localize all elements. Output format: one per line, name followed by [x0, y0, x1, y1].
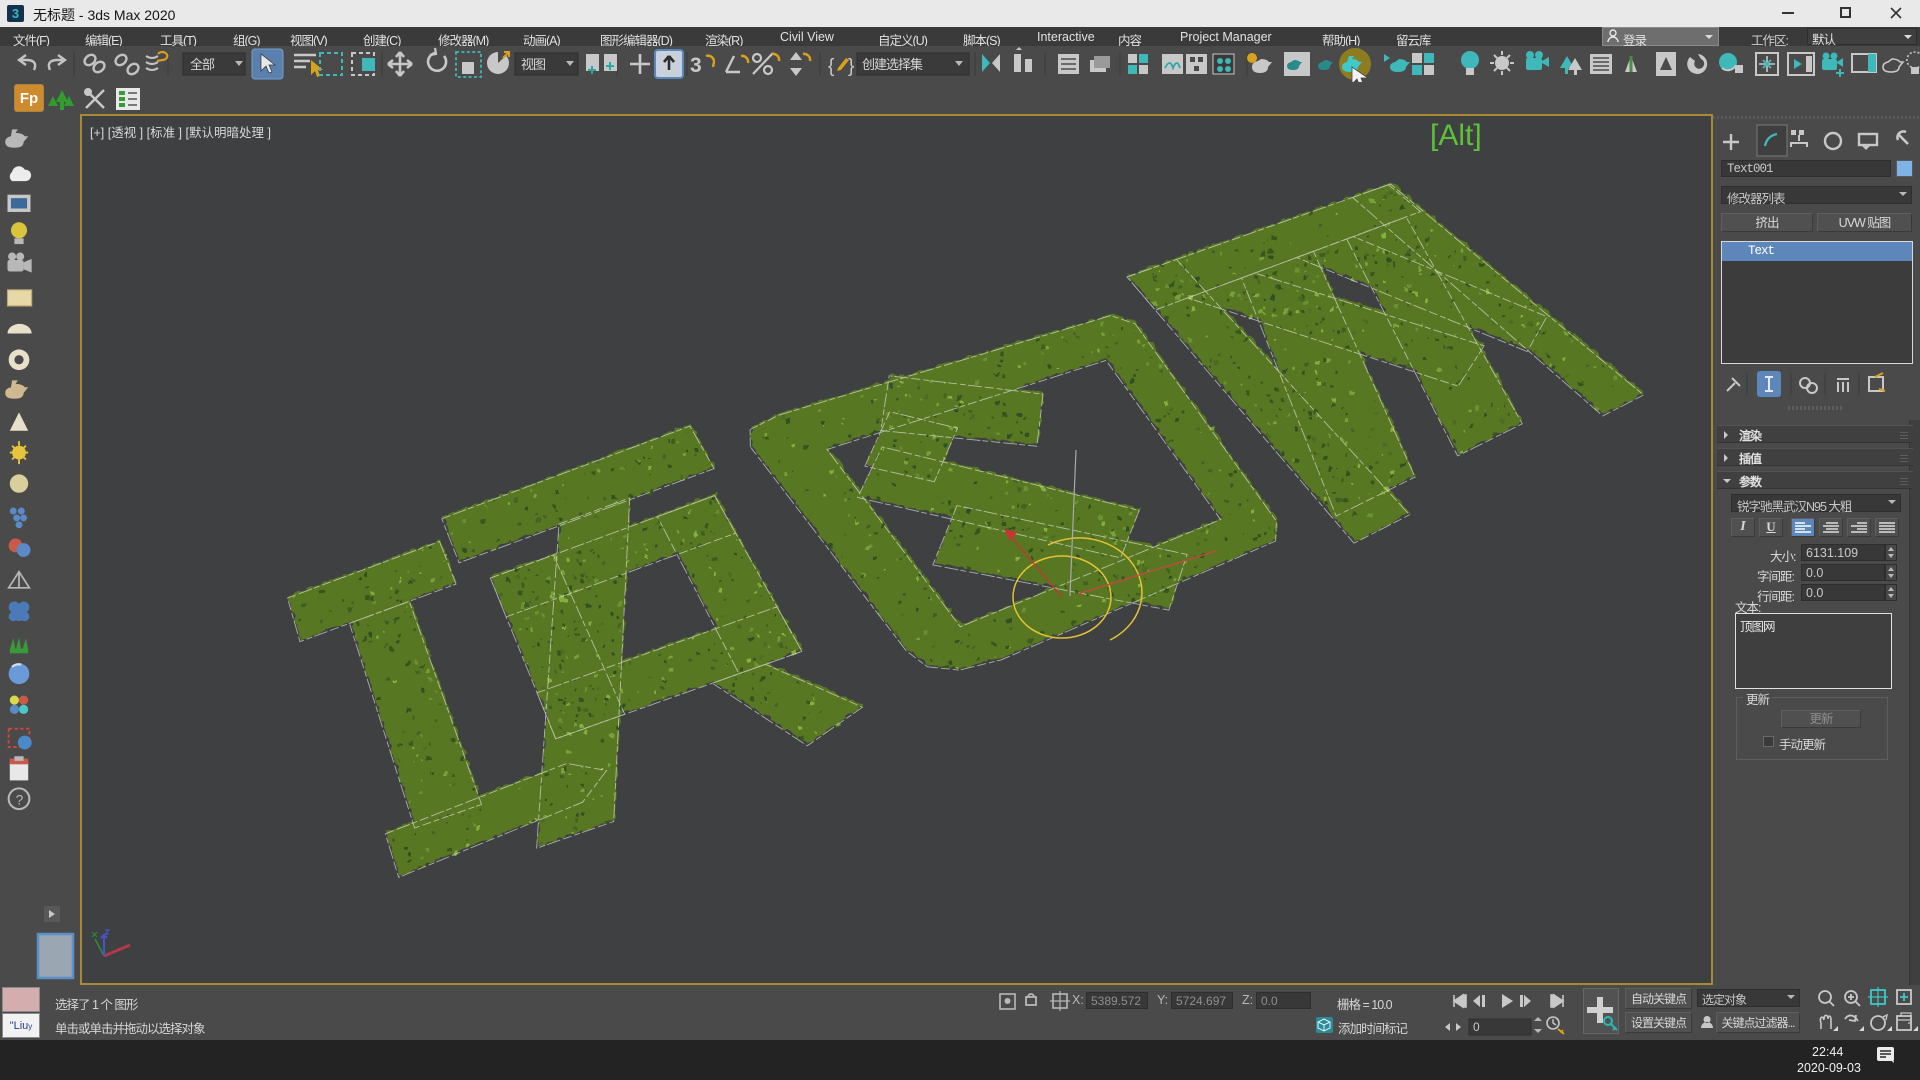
svg-text:3: 3 — [690, 54, 702, 77]
svg-text:?: ? — [16, 793, 24, 808]
svg-text:全部: 全部 — [190, 57, 215, 72]
svg-text:0: 0 — [1473, 1020, 1480, 1034]
svg-text:{: { — [828, 56, 835, 77]
svg-text:}: } — [848, 56, 854, 77]
svg-text:创建选择集: 创建选择集 — [862, 57, 923, 72]
svg-text:视图: 视图 — [521, 57, 545, 72]
